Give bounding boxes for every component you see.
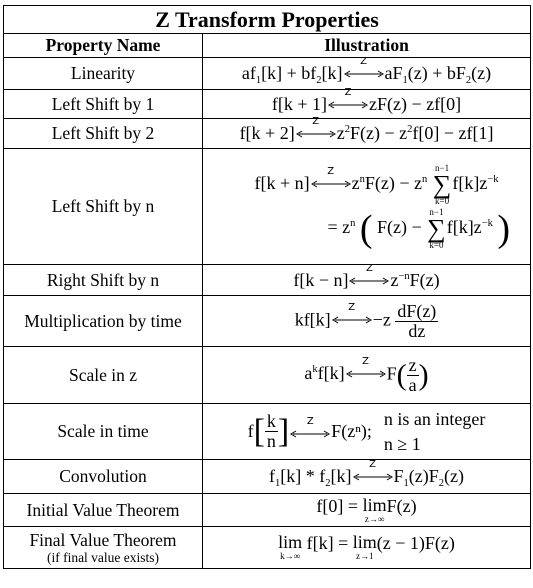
z-transform-properties-table: Z Transform Properties Property Name Ill… xyxy=(2,5,532,569)
equation-lhs: kf[k] xyxy=(294,309,331,330)
table-row: Initial Value Theorem f[0] = lim z→∞ F(z) xyxy=(3,493,532,527)
table-title: Z Transform Properties xyxy=(2,5,532,34)
table-row: Left Shift by 2 f[k + 2] Zz2F(z) − z2f[0]… xyxy=(3,116,532,149)
equation-lhs: akf[k] xyxy=(304,363,345,384)
property-name: Initial Value Theorem xyxy=(3,493,203,527)
illustration: f[k + n] ZznF(z) − zn n−1 ∑ k=0 f[k]z−k = zn… xyxy=(201,148,532,265)
illustration: af1[k] + bf2[k] ZaF1(z) + bF2(z) xyxy=(201,56,532,90)
equation-rhs: z−nF(z) xyxy=(390,269,440,290)
illustration: akf[k] Z F(z a) xyxy=(201,346,532,404)
table-row: Left Shift by n f[k + n] ZznF(z) − zn n−1… xyxy=(3,148,532,265)
equation-rhs: zF(z) − zf[0] xyxy=(369,93,462,114)
derivative-fraction: dF(z) dz xyxy=(395,300,439,341)
table-row: Multiplication by time kf[k] Z −z dF(z) dz xyxy=(3,295,532,347)
header-illustration: Illustration xyxy=(201,33,532,58)
summation-icon: n−1 ∑ k=0 xyxy=(432,162,452,206)
illustration: f[k + 1] ZzF(z) − zf[0] xyxy=(201,87,532,119)
table-row: Right Shift by n f[k − n] Zz−nF(z) xyxy=(3,263,532,296)
header-property-name: Property Name xyxy=(3,33,203,58)
property-title: Final Value Theorem xyxy=(29,530,177,550)
property-name: Final Value Theorem (if final value exis… xyxy=(3,526,203,569)
equation-lhs: f[k − n] xyxy=(293,269,349,290)
equation-rhs: F1(z)F2(z) xyxy=(393,466,465,489)
equation-lhs: f1[k] * f2[k] xyxy=(269,466,352,489)
illustration: f1[k] * f2[k] Z F1(z)F2(z) xyxy=(201,459,532,494)
z-transform-arrow-icon: Z xyxy=(345,356,386,381)
limit-operator: lim k→∞ xyxy=(278,532,303,562)
property-name: Scale in time xyxy=(3,403,203,460)
scale-fraction: za xyxy=(406,354,419,395)
property-name: Multiplication by time xyxy=(3,295,203,347)
table-row: Scale in z akf[k] Z F(z a) xyxy=(3,346,532,404)
table-row: Scale in time f [k n] Z F(zⁿ); n is an inte… xyxy=(3,403,532,460)
z-transform-arrow-icon: Z xyxy=(343,56,384,81)
property-name: Left Shift by n xyxy=(3,148,203,265)
illustration: lim k→∞ f[k] = lim z→1 (z − 1)F(z) xyxy=(201,526,532,569)
property-name: Right Shift by n xyxy=(3,264,203,296)
equation-line-2: = zn ( F(z) − n−1 ∑ k=0 f[k]z−k ) xyxy=(327,206,511,250)
z-transform-arrow-icon: Z xyxy=(352,459,393,484)
table-row: Final Value Theorem (if final value exis… xyxy=(3,526,532,569)
equation-rhs: z2F(z) − z2f[0] − zf[1] xyxy=(336,123,494,143)
property-name: Left Shift by 2 xyxy=(3,118,203,149)
property-name: Linearity xyxy=(3,57,203,90)
equation-lhs: f[k + 1] xyxy=(271,93,328,114)
illustration: f [k n] Z F(zⁿ); n is an integer n ≥ 1 xyxy=(201,403,532,460)
z-transform-arrow-icon: Z xyxy=(295,116,336,141)
time-scale-fraction: kn xyxy=(264,411,278,451)
property-name: Convolution xyxy=(3,459,203,494)
z-transform-arrow-icon: Z xyxy=(349,263,390,288)
equation-lhs: af1[k] + bf2[k] xyxy=(241,63,343,86)
property-note: (if final value exists) xyxy=(46,550,160,565)
limit-operator: lim z→∞ xyxy=(362,494,387,524)
summation-icon: n−1 ∑ k=0 xyxy=(427,206,446,250)
illustration: f[k + 2] Zz2F(z) − z2f[0] − zf[1] xyxy=(201,116,532,149)
limit-operator: lim z→1 xyxy=(352,532,377,562)
table-row: Convolution f1[k] * f2[k] Z F1(z)F2(z) xyxy=(3,459,532,494)
illustration: f[k − n] Zz−nF(z) xyxy=(201,263,532,296)
equation-lhs: f[k + 2] xyxy=(239,123,295,143)
equation-line-1: f[k + n] ZznF(z) − zn n−1 ∑ k=0 f[k]z−k xyxy=(254,162,499,206)
z-transform-arrow-icon: Z xyxy=(328,87,368,112)
equation-rhs: F(zⁿ); xyxy=(331,421,372,441)
table-row: Linearity af1[k] + bf2[k] ZaF1(z) + bF2(z… xyxy=(3,56,532,90)
equation-rhs: aF1(z) + bF2(z) xyxy=(384,63,492,86)
z-transform-arrow-icon: Z xyxy=(331,302,372,327)
z-transform-arrow-icon: Z xyxy=(310,166,351,191)
conditions-note: n is an integer n ≥ 1 xyxy=(383,409,486,454)
table-row: Left Shift by 1 f[k + 1] ZzF(z) − zf[0] xyxy=(3,87,532,119)
property-name: Left Shift by 1 xyxy=(3,89,203,119)
illustration: f[0] = lim z→∞ F(z) xyxy=(201,493,532,527)
property-name: Scale in z xyxy=(3,346,203,404)
z-transform-arrow-icon: Z xyxy=(290,416,331,441)
illustration: kf[k] Z −z dF(z) dz xyxy=(201,295,532,347)
